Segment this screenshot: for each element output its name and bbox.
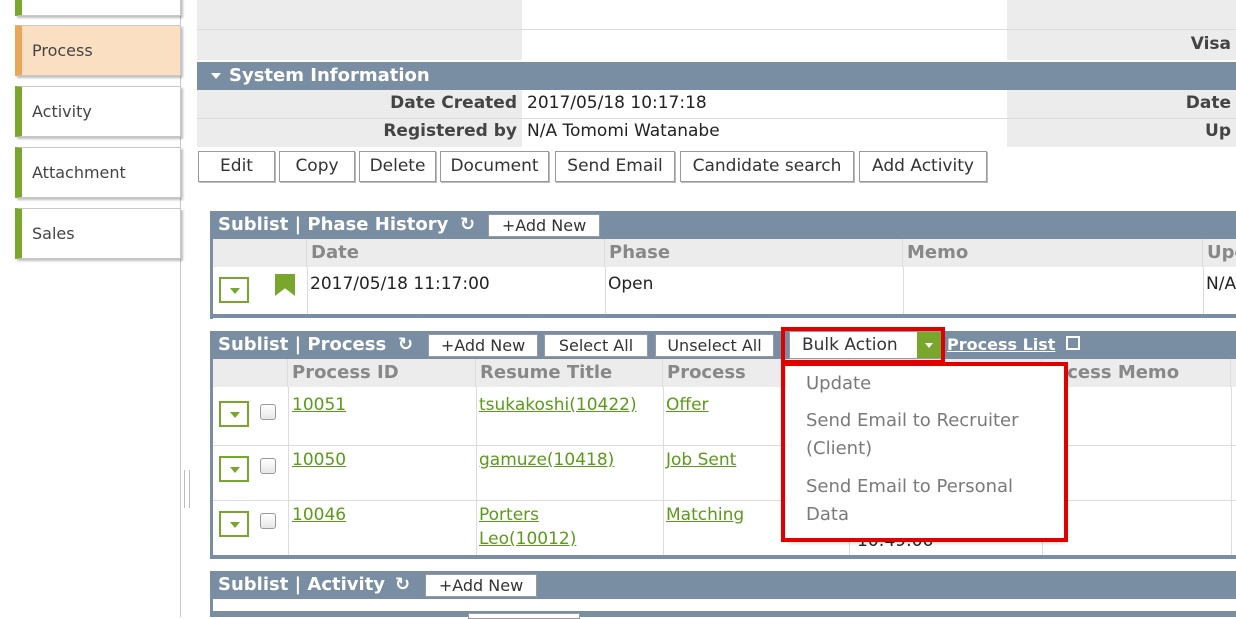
date-created-label: Date Created bbox=[390, 93, 517, 113]
row-label-bg bbox=[197, 30, 522, 60]
col-head-blank bbox=[213, 239, 307, 267]
sidebar-tab-activity[interactable]: Activity bbox=[15, 86, 181, 137]
row-checkbox[interactable] bbox=[260, 513, 276, 529]
activity-subheader bbox=[213, 611, 1236, 617]
send-email-button[interactable]: Send Email bbox=[555, 151, 675, 182]
divider bbox=[476, 387, 477, 555]
divider bbox=[1203, 267, 1204, 314]
activity-subheader-button bbox=[468, 613, 580, 619]
visa-label: Visa bbox=[1190, 34, 1231, 54]
process-status-link[interactable]: Job Sent bbox=[666, 450, 736, 470]
process-title: Sublist | Process bbox=[218, 334, 387, 355]
activity-title: Sublist | Activity bbox=[218, 574, 386, 595]
process-bar: Sublist | Process ↻ +Add New Select All … bbox=[213, 331, 1236, 359]
row-expand-button[interactable] bbox=[219, 456, 249, 482]
phase-history-bar: Sublist | Phase History ↻ +Add New bbox=[213, 211, 1236, 239]
sidebar-tab-top[interactable] bbox=[15, 0, 181, 16]
highlight-box-bulk-action bbox=[781, 327, 945, 364]
registered-by-label: Registered by bbox=[383, 121, 517, 141]
process-add-new-button[interactable]: +Add New bbox=[428, 334, 538, 357]
refresh-icon[interactable]: ↻ bbox=[395, 571, 410, 599]
divider bbox=[663, 387, 664, 555]
document-button[interactable]: Document bbox=[440, 151, 549, 182]
row-expand-button[interactable] bbox=[219, 401, 249, 427]
col-head-memo[interactable]: Memo bbox=[903, 239, 1203, 267]
refresh-icon[interactable]: ↻ bbox=[460, 211, 475, 239]
resume-title-link[interactable]: gamuze(10418) bbox=[479, 450, 614, 470]
edit-button[interactable]: Edit bbox=[198, 151, 275, 182]
sidebar-tab-attachment[interactable]: Attachment bbox=[15, 147, 181, 198]
col-head-resume-title[interactable]: Resume Title bbox=[476, 359, 663, 387]
col-head-phase[interactable]: Phase bbox=[605, 239, 903, 267]
col-head-date[interactable]: Date bbox=[307, 239, 605, 267]
divider bbox=[307, 267, 308, 314]
unselect-all-button[interactable]: Unselect All bbox=[655, 334, 774, 357]
splitter-handle[interactable] bbox=[184, 470, 190, 508]
divider bbox=[213, 314, 1236, 318]
process-id-link[interactable]: 10046 bbox=[292, 505, 346, 525]
divider bbox=[213, 500, 1236, 501]
sidebar-tab-process[interactable]: Process bbox=[15, 25, 181, 76]
col-head-updated[interactable]: Upo bbox=[1203, 239, 1236, 267]
divider bbox=[903, 267, 904, 314]
resume-title-link[interactable]: Porters bbox=[479, 505, 539, 525]
main-content: Visa System Information Date Created 201… bbox=[197, 0, 1236, 619]
resume-title-link[interactable]: tsukakoshi(10422) bbox=[479, 395, 637, 415]
copy-button[interactable]: Copy bbox=[279, 151, 355, 182]
phase-history-sublist: Sublist | Phase History ↻ +Add New Date … bbox=[210, 211, 1236, 319]
sidebar-tab-sales[interactable]: Sales bbox=[15, 208, 181, 259]
activity-bar: Sublist | Activity ↻ +Add New bbox=[213, 571, 1236, 599]
phase-add-new-button[interactable]: +Add New bbox=[488, 214, 600, 237]
process-list-link[interactable]: Process List bbox=[947, 331, 1055, 359]
row-checkbox[interactable] bbox=[260, 458, 276, 474]
row-expand-button[interactable] bbox=[219, 277, 249, 303]
divider bbox=[213, 445, 1236, 446]
refresh-icon[interactable]: ↻ bbox=[398, 331, 413, 359]
col-head-extra bbox=[1231, 359, 1236, 387]
phase-history-title: Sublist | Phase History bbox=[218, 214, 449, 235]
delete-button[interactable]: Delete bbox=[359, 151, 436, 182]
row-checkbox[interactable] bbox=[260, 404, 276, 420]
top-row-label-bg bbox=[197, 0, 522, 29]
process-status-link[interactable]: Matching bbox=[666, 505, 744, 525]
updated-by-label: Up bbox=[1205, 121, 1231, 141]
candidate-search-button[interactable]: Candidate search bbox=[680, 151, 854, 182]
activity-add-new-button[interactable]: +Add New bbox=[425, 574, 537, 597]
resume-title-link-line2[interactable]: Leo(10012) bbox=[479, 529, 576, 549]
date-updated-label: Date bbox=[1185, 93, 1231, 113]
col-head-blank bbox=[213, 359, 288, 387]
divider bbox=[605, 267, 606, 314]
collapse-caret-icon bbox=[211, 73, 221, 79]
divider bbox=[213, 555, 1236, 559]
sidebar: Process Activity Attachment Sales bbox=[0, 0, 181, 617]
external-link-icon[interactable] bbox=[1066, 336, 1080, 350]
process-id-link[interactable]: 10051 bbox=[292, 395, 346, 415]
phase-value: Open bbox=[608, 274, 654, 294]
add-activity-button[interactable]: Add Activity bbox=[859, 151, 987, 182]
section-title: System Information bbox=[229, 65, 430, 86]
highlight-box-menu bbox=[781, 362, 1068, 542]
activity-sublist: Sublist | Activity ↻ +Add New bbox=[210, 571, 1236, 619]
date-created-value: 2017/05/18 10:17:18 bbox=[527, 93, 707, 113]
phase-updated: N/A bbox=[1206, 274, 1236, 294]
col-head-process-memo[interactable]: rocess Memo bbox=[1042, 359, 1231, 387]
registered-by-value: N/A Tomomi Watanabe bbox=[527, 121, 720, 141]
top-row-right-bg bbox=[1007, 0, 1236, 29]
select-all-button[interactable]: Select All bbox=[544, 334, 648, 357]
divider bbox=[288, 387, 289, 555]
system-information-header[interactable]: System Information bbox=[197, 62, 1236, 90]
row-expand-button[interactable] bbox=[219, 511, 249, 537]
phase-date: 2017/05/18 11:17:00 bbox=[310, 274, 490, 294]
divider bbox=[1231, 387, 1232, 555]
process-id-link[interactable]: 10050 bbox=[292, 450, 346, 470]
process-status-link[interactable]: Offer bbox=[666, 395, 709, 415]
bookmark-icon bbox=[275, 274, 295, 296]
col-head-process-id[interactable]: Process ID bbox=[288, 359, 476, 387]
process-sublist: Sublist | Process ↻ +Add New Select All … bbox=[210, 331, 1236, 559]
